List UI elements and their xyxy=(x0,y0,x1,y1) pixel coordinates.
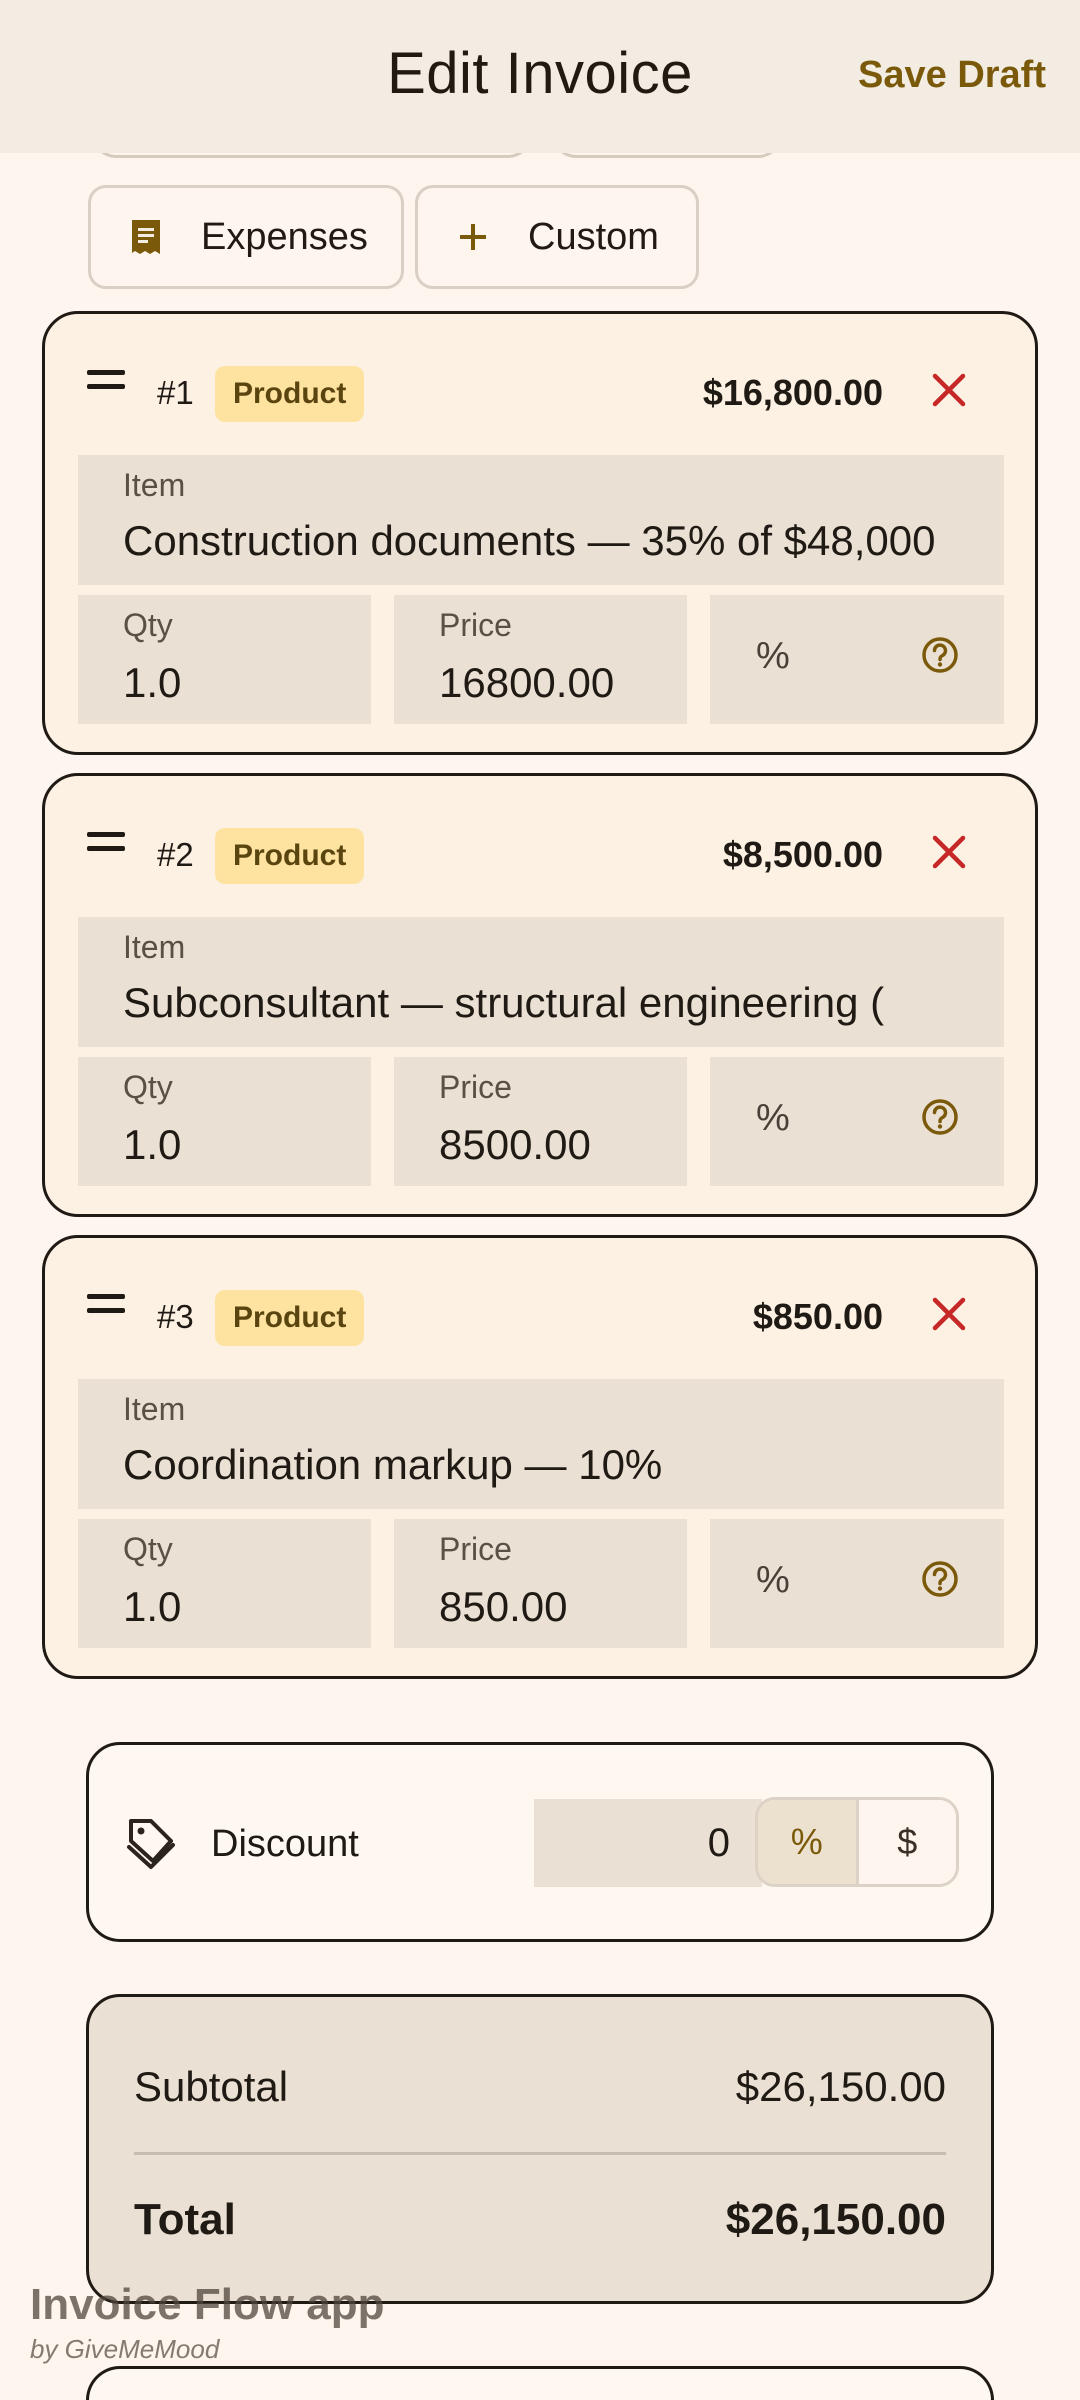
field-value: 1.0 xyxy=(123,1121,182,1168)
field-label: Item xyxy=(123,929,186,965)
item-type-badge: Product xyxy=(215,828,365,884)
qty-field[interactable]: Qty 1.0 xyxy=(78,595,371,724)
field-label: Price xyxy=(439,607,512,643)
line-item-header: #1 Product $16,800.00 xyxy=(45,314,1035,454)
line-item-card: #3 Product $850.00 Item Coordination mar… xyxy=(42,1235,1038,1679)
percent-suffix: % xyxy=(756,635,790,677)
total-value: $26,150.00 xyxy=(725,2195,946,2244)
total-row: Total $26,150.00 xyxy=(134,2195,946,2245)
field-value: 1.0 xyxy=(123,1583,182,1630)
drag-handle-icon[interactable] xyxy=(87,370,125,398)
line-item-number: #3 xyxy=(157,1298,194,1335)
line-item-header: #3 Product $850.00 xyxy=(45,1238,1035,1378)
discount-mode-toggle: % $ xyxy=(755,1797,959,1887)
chip-label: Expenses xyxy=(201,215,368,258)
item-name-field[interactable]: Item Construction documents — 35% of $48… xyxy=(78,455,1004,585)
subtotal-label: Subtotal xyxy=(134,2063,289,2110)
totals-card: Subtotal $26,150.00 Total $26,150.00 xyxy=(86,1994,994,2304)
item-discount-field[interactable]: % xyxy=(710,1519,1004,1648)
field-value: Subconsultant — structural engineering ( xyxy=(123,979,885,1026)
field-value: Construction documents — 35% of $48,000 xyxy=(123,517,936,564)
discount-dollar-option[interactable]: $ xyxy=(858,1800,956,1884)
field-label: Qty xyxy=(123,1069,173,1105)
discount-label: Discount xyxy=(211,1823,359,1865)
item-type-badge: Product xyxy=(215,366,365,422)
field-label: Price xyxy=(439,1531,512,1567)
line-item-card: #2 Product $8,500.00 Item Subconsultant … xyxy=(42,773,1038,1217)
field-label: Item xyxy=(123,1391,186,1427)
watermark-title: Invoice Flow app xyxy=(30,2280,385,2329)
field-label: Qty xyxy=(123,607,173,643)
line-item-amount: $8,500.00 xyxy=(722,834,883,875)
field-value: 8500.00 xyxy=(439,1121,591,1168)
help-icon[interactable] xyxy=(920,635,960,675)
save-draft-button[interactable]: Save Draft xyxy=(858,54,1046,97)
item-name-field[interactable]: Item Subconsultant — structural engineer… xyxy=(78,917,1004,1047)
add-custom-chip[interactable]: Custom xyxy=(415,185,699,289)
line-item-number: #2 xyxy=(157,836,194,873)
qty-field[interactable]: Qty 1.0 xyxy=(78,1057,371,1186)
qty-field[interactable]: Qty 1.0 xyxy=(78,1519,371,1648)
close-icon[interactable] xyxy=(929,1294,969,1334)
tag-icon xyxy=(127,1819,175,1869)
drag-handle-icon[interactable] xyxy=(87,1294,125,1322)
add-expenses-chip[interactable]: Expenses xyxy=(88,185,404,289)
field-value: 1.0 xyxy=(123,659,182,706)
price-field[interactable]: Price 16800.00 xyxy=(394,595,687,724)
item-name-field[interactable]: Item Coordination markup — 10% xyxy=(78,1379,1004,1509)
chip-label: Custom xyxy=(528,215,659,258)
divider xyxy=(134,2152,946,2155)
field-value: Coordination markup — 10% xyxy=(123,1441,663,1488)
plus-icon xyxy=(452,216,494,258)
line-item-amount: $16,800.00 xyxy=(702,372,883,413)
line-item-amount: $850.00 xyxy=(752,1296,883,1337)
app-bar: Edit Invoice Save Draft xyxy=(0,0,1080,153)
discount-percent-option[interactable]: % xyxy=(758,1800,859,1884)
field-value: 16800.00 xyxy=(439,659,615,706)
next-section-card xyxy=(86,2366,994,2400)
help-icon[interactable] xyxy=(920,1097,960,1137)
invoice-discount-card: Discount 0 % $ xyxy=(86,1742,994,1942)
close-icon[interactable] xyxy=(929,832,969,872)
line-item-header: #2 Product $8,500.00 xyxy=(45,776,1035,916)
help-icon[interactable] xyxy=(920,1559,960,1599)
line-item-card: #1 Product $16,800.00 Item Construction … xyxy=(42,311,1038,755)
receipt-icon xyxy=(125,216,167,258)
total-label: Total xyxy=(134,2195,236,2244)
watermark-subtitle: by GiveMeMood xyxy=(30,2334,220,2364)
subtotal-row: Subtotal $26,150.00 xyxy=(134,2063,946,2111)
field-label: Qty xyxy=(123,1531,173,1567)
percent-suffix: % xyxy=(756,1097,790,1139)
field-value: 850.00 xyxy=(439,1583,568,1630)
edit-invoice-screen: Edit Invoice Save Draft Expenses Custom xyxy=(0,0,1080,2400)
drag-handle-icon[interactable] xyxy=(87,832,125,860)
item-discount-field[interactable]: % xyxy=(710,1057,1004,1186)
discount-input[interactable]: 0 xyxy=(534,1799,762,1887)
item-discount-field[interactable]: % xyxy=(710,595,1004,724)
percent-suffix: % xyxy=(756,1559,790,1601)
price-field[interactable]: Price 850.00 xyxy=(394,1519,687,1648)
field-label: Price xyxy=(439,1069,512,1105)
item-type-badge: Product xyxy=(215,1290,365,1346)
watermark: Invoice Flow app by GiveMeMood xyxy=(30,2280,385,2365)
field-label: Item xyxy=(123,467,186,503)
close-icon[interactable] xyxy=(929,370,969,410)
price-field[interactable]: Price 8500.00 xyxy=(394,1057,687,1186)
line-item-number: #1 xyxy=(157,374,194,411)
subtotal-value: $26,150.00 xyxy=(735,2063,946,2110)
